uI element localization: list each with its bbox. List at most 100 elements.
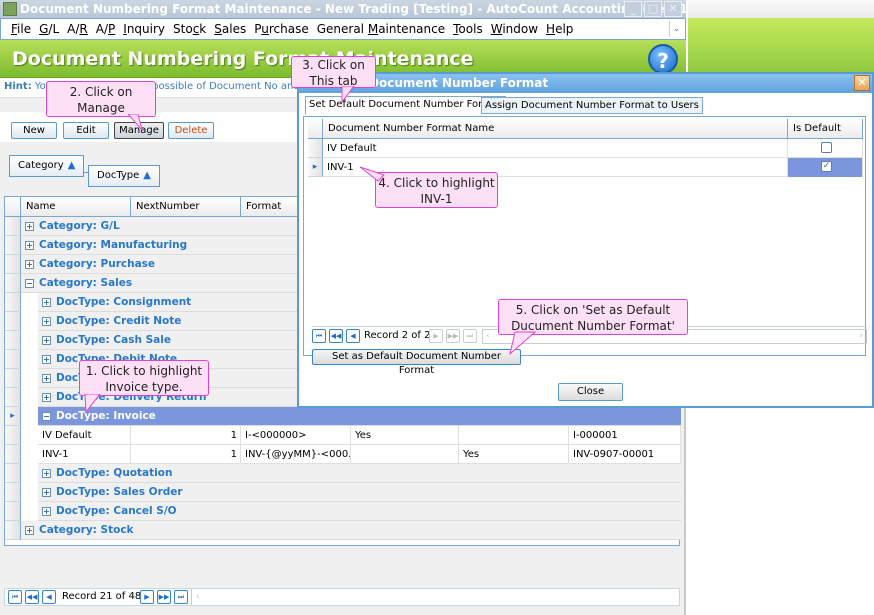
expand-icon[interactable]: + [42,468,51,478]
tab-set-default-format[interactable]: Set Default Document Number Format [305,96,506,115]
row-indicator[interactable] [5,331,21,350]
expand-icon[interactable]: + [25,221,34,231]
column-header-name[interactable]: Name [21,197,131,217]
next-record-icon[interactable]: ▶ [140,590,154,604]
cell-c5 [459,426,569,445]
delete-button[interactable]: Delete [168,122,214,139]
menu-item-a-r[interactable]: A/R [63,22,92,36]
row-indicator[interactable] [5,236,21,255]
group-row[interactable]: − DocType: Invoice [38,407,681,426]
first-page-icon[interactable]: ⏮ [8,590,22,604]
expand-icon[interactable]: + [42,373,51,383]
document-number-format-dialog: Document Number Format ✕ Set Default Doc… [297,72,874,408]
next-record-icon[interactable]: ▶ [429,329,443,343]
row-indicator[interactable] [5,369,21,388]
next-page-icon[interactable]: ▶▶ [157,590,171,604]
collapse-icon[interactable]: − [42,411,51,421]
group-row[interactable]: + Category: Stock [21,521,681,540]
app-icon [3,2,17,16]
expand-icon[interactable]: + [42,297,51,307]
group-doctype-chip[interactable]: DocType ▲ [88,165,160,187]
first-page-icon[interactable]: ⏮ [312,329,326,343]
is-default-checkbox[interactable]: ✓ [821,161,832,172]
menu-item-sales[interactable]: Sales [210,22,250,36]
row-indicator[interactable] [5,445,21,464]
close-button[interactable]: Close [558,383,623,401]
group-row[interactable]: + DocType: Sales Order [38,483,681,502]
desktop-strip [688,0,874,18]
row-indicator[interactable] [5,388,21,407]
prev-record-icon[interactable]: ◀ [346,329,360,343]
row-indicator[interactable] [5,502,21,521]
background-window-header [688,18,874,78]
dialog-close-icon[interactable]: ✕ [854,75,870,91]
menu-item-tools[interactable]: Tools [449,22,487,36]
expand-icon[interactable]: + [25,259,34,269]
row-indicator[interactable] [5,217,21,236]
row-indicator[interactable] [5,255,21,274]
horizontal-scrollbar[interactable]: ‹ [191,589,677,605]
row-indicator[interactable] [308,139,323,158]
menu-item-stock[interactable]: Stock [169,22,210,36]
close-icon[interactable]: ✕ [664,1,682,17]
expand-icon[interactable]: + [25,240,34,250]
row-indicator[interactable]: ▸ [308,158,323,177]
set-as-default-button[interactable]: Set as Default Document Number Format [312,349,521,376]
row-indicator[interactable] [5,312,21,331]
format-row[interactable]: IV Default [323,139,863,158]
menu-item-inquiry[interactable]: Inquiry [119,22,169,36]
last-page-icon[interactable]: ⏭ [174,590,188,604]
table-row[interactable]: IV Default 1 I-<000000> Yes I-000001 [38,426,681,445]
column-header-is-default[interactable]: Is Default [788,119,863,139]
menu-item-help[interactable]: Help [542,22,577,36]
menu-item-purchase[interactable]: Purchase [250,22,313,36]
group-category-chip[interactable]: Category ▲ [9,155,85,177]
tab-assign-format-to-users[interactable]: Assign Document Number Format to Users [481,97,703,114]
cell-c5: Yes [459,445,569,464]
menu-item-g-l[interactable]: G/L [35,22,63,36]
collapse-icon[interactable]: − [25,278,34,288]
new-button[interactable]: New [11,122,57,139]
row-indicator[interactable] [5,521,21,540]
group-row[interactable]: + DocType: Cancel S/O [38,502,681,521]
last-page-icon[interactable]: ⏭ [463,329,477,343]
row-indicator-header [308,119,323,139]
next-page-icon[interactable]: ▶▶ [446,329,460,343]
column-header-format-name[interactable]: Document Number Format Name [323,119,788,139]
menu-item-a-p[interactable]: A/P [92,22,120,36]
row-indicator[interactable] [5,483,21,502]
callout-tail-2 [127,114,143,131]
menu-item-file[interactable]: File [7,22,35,36]
maximize-icon[interactable]: □ [644,1,662,17]
expand-icon[interactable]: + [42,392,51,402]
prev-record-icon[interactable]: ◀ [42,590,56,604]
menu-item-general-maintenance[interactable]: General Maintenance [313,22,449,36]
expand-icon[interactable]: + [42,335,51,345]
row-indicator[interactable] [5,464,21,483]
expand-icon[interactable]: + [42,354,51,364]
table-row[interactable]: INV-1 1 INV-{@yyMM}-<000... Yes INV-0907-000… [38,445,681,464]
edit-button[interactable]: Edit [63,122,109,139]
group-row-label: Category: G/L [39,220,120,232]
expand-icon[interactable]: + [25,525,34,535]
row-indicator[interactable]: ▸ [5,407,21,426]
prev-page-icon[interactable]: ◀◀ [329,329,343,343]
callout-tail-5 [509,331,537,356]
expand-icon[interactable]: + [42,316,51,326]
prev-page-icon[interactable]: ◀◀ [25,590,39,604]
menu-item-window[interactable]: Window [487,22,542,36]
help-icon[interactable]: ? [648,44,678,74]
column-header-nextnumber[interactable]: NextNumber [131,197,241,217]
group-row-label: Category: Sales [39,277,133,289]
chevron-down-icon[interactable]: ⌄ [669,21,683,37]
expand-icon[interactable]: + [42,506,51,516]
is-default-checkbox[interactable] [821,142,832,153]
row-indicator[interactable] [5,293,21,312]
group-row[interactable]: + DocType: Quotation [38,464,681,483]
minimize-icon[interactable]: _ [624,1,642,17]
row-indicator[interactable] [5,350,21,369]
row-indicator[interactable] [5,274,21,293]
row-indicator[interactable] [5,426,21,445]
expand-icon[interactable]: + [42,487,51,497]
scroll-right-icon[interactable]: › [859,330,863,343]
